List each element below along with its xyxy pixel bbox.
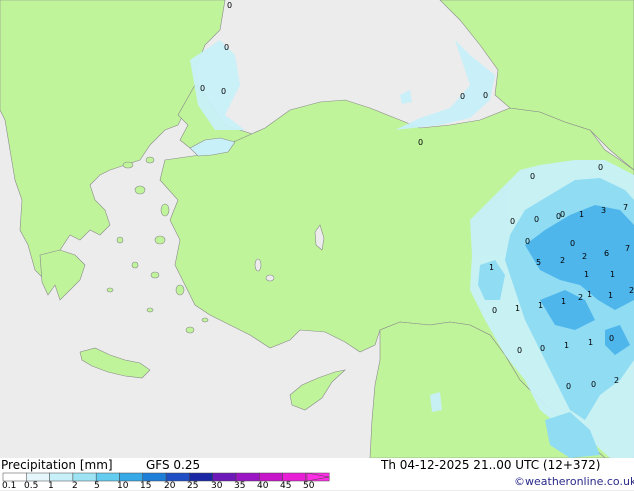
map-value: 0 [598,163,603,172]
map-value: 1 [587,290,592,299]
lake-small-2 [265,274,275,282]
map-value: 0 [591,380,596,389]
map-value: 0 [560,210,565,219]
map-value: 1 [489,263,494,272]
map-value: 1 [561,297,566,306]
map-value: 7 [623,203,628,212]
map-value: 0 [534,215,539,224]
map-value: 1 [610,270,615,279]
map-value: 1 [588,338,593,347]
map-title: Precipitation [mm] [1,458,113,472]
map-value: 0 [460,92,465,101]
map-value: 1 [584,270,589,279]
map-value: 0 [224,43,229,52]
map-value: 0 [530,172,535,181]
map-value: 1 [515,304,520,313]
map-value: 0 [221,87,226,96]
color-scale-cell [49,472,74,482]
valid-time-label: Th 04-12-2025 21..00 UTC (12+372) [381,458,601,472]
map-value: 2 [614,376,619,385]
map-value: 0 [609,334,614,343]
model-label: GFS 0.25 [146,458,201,472]
map-value: 3 [601,206,606,215]
color-scale-cell [119,472,144,482]
color-scale-cell [142,472,167,482]
map-value: 6 [604,249,609,258]
map-value: 7 [625,244,630,253]
map-value: 0 [418,138,423,147]
color-scale-cell [259,472,283,482]
map-value: 0 [570,239,575,248]
map-value: 0 [517,346,522,355]
color-scale-cell [282,472,307,482]
color-scale-cell [95,472,120,482]
map-value: 2 [578,293,583,302]
map-value: 1 [564,341,569,350]
precipitation-map: 0 0 0 0 0 0 0 0 0 0 0 0 0 1 3 7 0 0 5 2 … [0,0,634,458]
color-scale-cell [26,472,50,482]
credit-link[interactable]: ©weatheronline.co.uk [514,475,634,488]
map-value: 1 [579,210,584,219]
color-scale-cell [235,472,260,482]
map-value: 1 [538,301,543,310]
color-scale-cell [212,472,237,482]
map-value: 0 [227,1,232,10]
color-scale-cell [72,472,97,482]
map-value: 0 [566,382,571,391]
color-scale-cell [189,472,213,482]
map-value: 0 [200,84,205,93]
map-value: 2 [629,286,634,295]
map-value: 2 [560,256,565,265]
lake-small-1 [254,258,262,272]
color-scale-cell [165,472,190,482]
color-scale-cell [2,472,27,482]
map-value: 1 [608,291,613,300]
map-value: 0 [540,344,545,353]
map-value: 2 [582,252,587,261]
map-value: 0 [483,91,488,100]
map-value: 5 [536,258,541,267]
map-value: 0 [525,237,530,246]
map-value: 0 [492,306,497,315]
map-value: 0 [510,217,515,226]
